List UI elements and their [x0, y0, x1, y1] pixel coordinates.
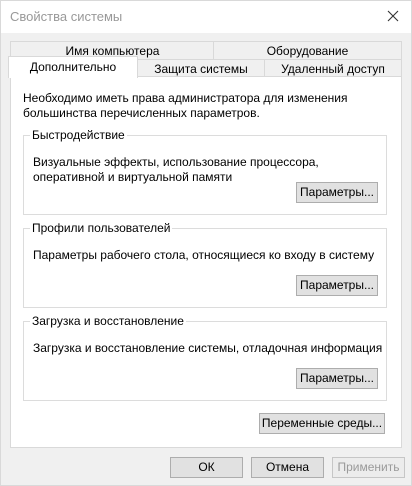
group-user-profiles: Профили пользователей Параметры рабочего…: [23, 221, 387, 308]
group-title: Профили пользователей: [30, 221, 173, 235]
tab-label: Защита системы: [154, 62, 248, 76]
group-description: Загрузка и восстановление системы, отлад…: [33, 341, 383, 355]
performance-settings-button[interactable]: Параметры...: [296, 182, 378, 203]
system-properties-window: Свойства системы Имя компьютера Оборудов…: [0, 0, 412, 486]
startup-recovery-settings-button[interactable]: Параметры...: [296, 368, 378, 389]
group-performance: Быстродействие Визуальные эффекты, испол…: [23, 128, 387, 215]
tab-label: Удаленный доступ: [281, 62, 385, 76]
tab-advanced[interactable]: Дополнительно: [8, 56, 138, 78]
title-bar: Свойства системы: [1, 1, 411, 33]
apply-button[interactable]: Применить: [332, 457, 405, 478]
cancel-button[interactable]: Отмена: [251, 457, 324, 478]
group-startup-recovery: Загрузка и восстановление Загрузка и вос…: [23, 314, 387, 401]
close-icon: [387, 10, 399, 22]
admin-rights-note: Необходимо иметь права администратора дл…: [23, 91, 348, 120]
group-title: Загрузка и восстановление: [30, 314, 186, 328]
window-title: Свойства системы: [10, 9, 123, 24]
ok-button[interactable]: ОК: [170, 457, 243, 478]
tab-label: Дополнительно: [29, 60, 117, 74]
environment-variables-button[interactable]: Переменные среды...: [259, 413, 385, 434]
group-description: Визуальные эффекты, использование процес…: [33, 155, 319, 184]
tab-hardware[interactable]: Оборудование: [213, 41, 402, 60]
close-button[interactable]: [379, 3, 407, 29]
group-title: Быстродействие: [30, 128, 127, 142]
tab-label: Оборудование: [266, 44, 349, 58]
group-description: Параметры рабочего стола, относящиеся ко…: [33, 248, 375, 262]
user-profiles-settings-button[interactable]: Параметры...: [296, 275, 378, 296]
